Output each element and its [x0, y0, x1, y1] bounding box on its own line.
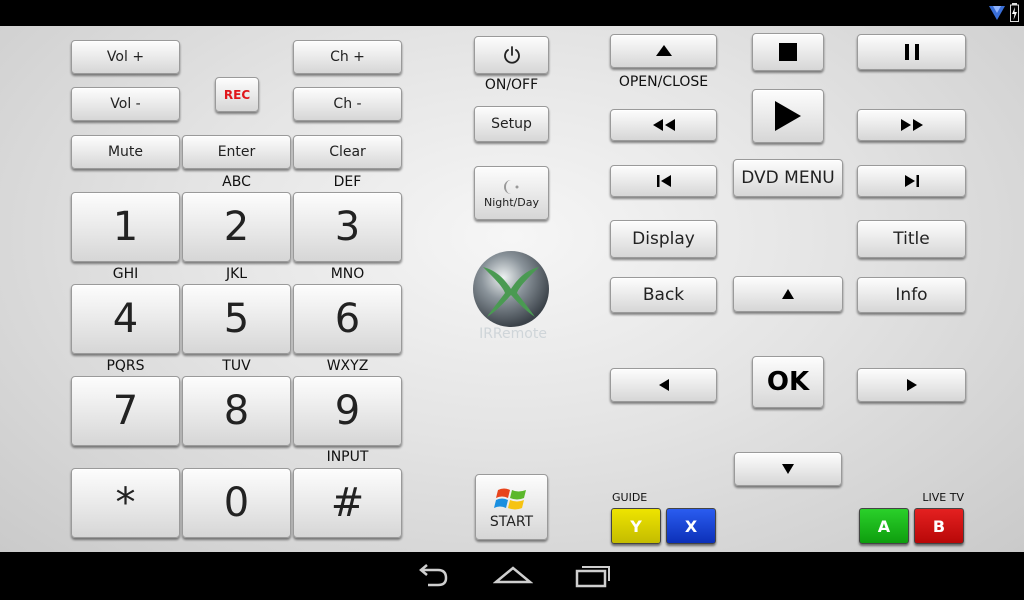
wifi-icon — [989, 6, 1005, 20]
arrow-right-icon — [906, 379, 917, 391]
input-label: INPUT — [326, 449, 369, 465]
skip-next-icon — [904, 175, 919, 187]
key-4[interactable]: 4 — [71, 284, 180, 354]
battery-icon — [1010, 3, 1019, 22]
windows-logo-icon — [493, 488, 526, 510]
skip-previous-button[interactable] — [610, 165, 717, 197]
key-9[interactable]: 9 — [293, 376, 402, 446]
on-off-label: ON/OFF — [484, 77, 539, 93]
dvd-menu-button[interactable]: DVD MENU — [733, 159, 843, 197]
ch-up-button[interactable]: Ch + — [293, 40, 402, 74]
play-icon — [775, 101, 801, 131]
mute-button[interactable]: Mute — [71, 135, 180, 169]
key-hash[interactable]: # — [293, 468, 402, 538]
arrow-up-icon — [782, 289, 794, 299]
vol-down-button[interactable]: Vol - — [71, 87, 180, 121]
display-button[interactable]: Display — [610, 220, 717, 258]
yellow-y-button[interactable]: Y — [611, 508, 661, 544]
play-button[interactable] — [752, 89, 824, 143]
rewind-icon — [652, 119, 675, 131]
eject-button[interactable] — [610, 34, 717, 68]
stop-button[interactable] — [752, 33, 824, 71]
key-3-letters: DEF — [333, 174, 362, 190]
key-1[interactable]: 1 — [71, 192, 180, 262]
xbox-logo-icon — [473, 251, 549, 327]
back-button[interactable]: Back — [610, 277, 717, 313]
live-tv-label: LIVE TV — [922, 491, 964, 504]
stop-icon — [779, 43, 797, 61]
pause-icon — [904, 44, 919, 60]
key-6[interactable]: 6 — [293, 284, 402, 354]
fast-forward-icon — [900, 119, 923, 131]
setup-button[interactable]: Setup — [474, 106, 549, 142]
green-a-button[interactable]: A — [859, 508, 909, 544]
clear-button[interactable]: Clear — [293, 135, 402, 169]
remote-panel: Vol + Ch + Vol - REC Ch - Mute Enter Cle… — [0, 26, 1024, 552]
fast-forward-button[interactable] — [857, 109, 966, 141]
key-7[interactable]: 7 — [71, 376, 180, 446]
key-7-letters: PQRS — [106, 358, 145, 374]
nav-recents-icon[interactable] — [574, 562, 612, 590]
night-day-button[interactable]: Night/Day — [474, 166, 549, 220]
key-9-letters: WXYZ — [326, 358, 369, 374]
arrow-down-icon — [782, 464, 794, 474]
skip-previous-icon — [656, 175, 671, 187]
red-b-button[interactable]: B — [914, 508, 964, 544]
key-5[interactable]: 5 — [182, 284, 291, 354]
power-icon — [503, 46, 520, 64]
nav-back-icon[interactable] — [414, 562, 450, 590]
key-star[interactable]: * — [71, 468, 180, 538]
start-label: START — [489, 514, 534, 530]
start-button[interactable]: START — [475, 474, 548, 540]
key-0[interactable]: 0 — [182, 468, 291, 538]
key-5-letters: JKL — [225, 266, 248, 282]
navigation-bar — [0, 552, 1024, 600]
open-close-label: OPEN/CLOSE — [618, 74, 709, 90]
ok-button[interactable]: OK — [752, 356, 824, 408]
half-moon-icon — [503, 179, 518, 194]
guide-label: GUIDE — [612, 491, 648, 504]
left-button[interactable] — [610, 368, 717, 402]
rewind-button[interactable] — [610, 109, 717, 141]
title-button[interactable]: Title — [857, 220, 966, 258]
info-button[interactable]: Info — [857, 277, 966, 313]
power-button[interactable] — [474, 36, 549, 74]
key-8-letters: TUV — [222, 358, 251, 374]
key-2[interactable]: 2 — [182, 192, 291, 262]
night-day-label: Night/Day — [484, 195, 539, 209]
key-2-letters: ABC — [222, 174, 251, 190]
key-8[interactable]: 8 — [182, 376, 291, 446]
eject-icon — [655, 45, 672, 56]
status-bar — [0, 0, 1024, 26]
key-4-letters: GHI — [112, 266, 139, 282]
logo-text: IRRemote — [479, 326, 547, 342]
arrow-left-icon — [658, 379, 669, 391]
nav-home-icon[interactable] — [493, 562, 533, 590]
down-button[interactable] — [734, 452, 842, 486]
up-button[interactable] — [733, 276, 843, 312]
pause-button[interactable] — [857, 34, 966, 70]
skip-next-button[interactable] — [857, 165, 966, 197]
enter-button[interactable]: Enter — [182, 135, 291, 169]
key-6-letters: MNO — [330, 266, 365, 282]
blue-x-button[interactable]: X — [666, 508, 716, 544]
right-button[interactable] — [857, 368, 966, 402]
rec-button[interactable]: REC — [215, 77, 259, 112]
key-3[interactable]: 3 — [293, 192, 402, 262]
ch-down-button[interactable]: Ch - — [293, 87, 402, 121]
vol-up-button[interactable]: Vol + — [71, 40, 180, 74]
